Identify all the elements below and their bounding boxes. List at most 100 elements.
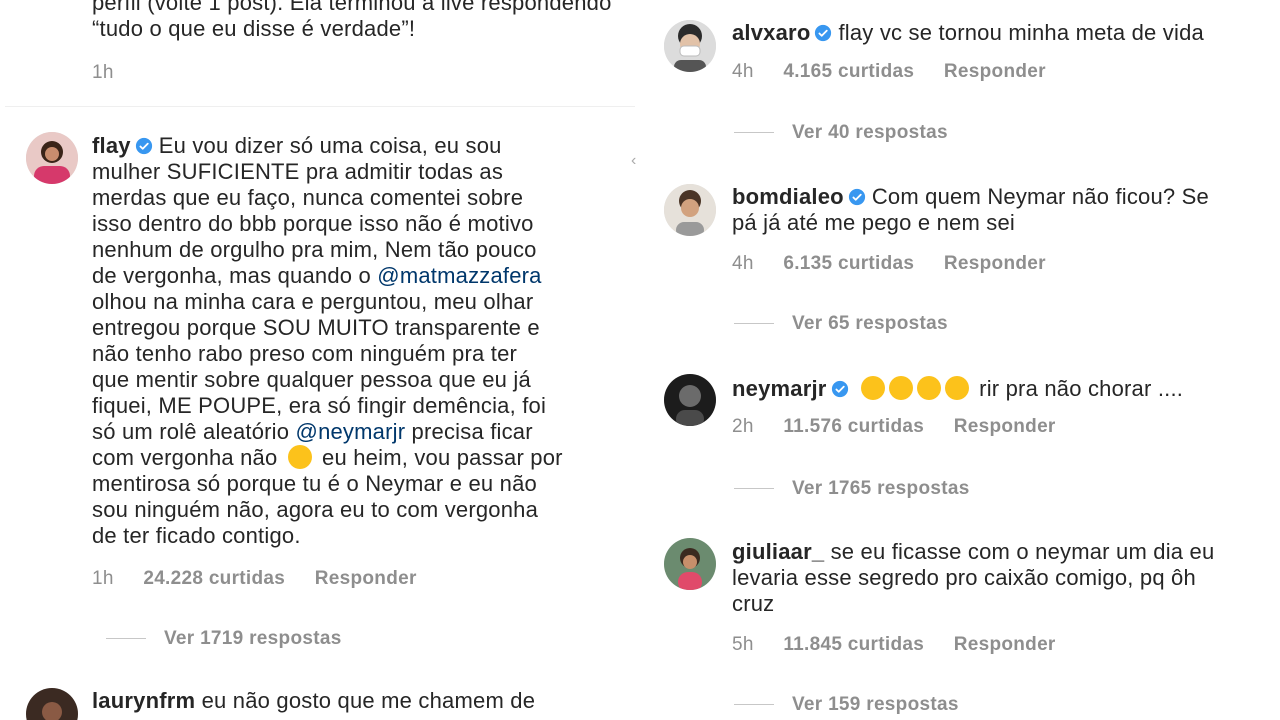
avatar[interactable] [664, 374, 716, 426]
comment-divider [5, 106, 635, 107]
avatar[interactable] [664, 20, 716, 72]
replies-line [106, 638, 146, 640]
comment-line: pá já até me pego e nem sei [732, 210, 1016, 235]
avatar[interactable] [664, 184, 716, 236]
replies-line [734, 132, 774, 134]
comment-line: que mentir sobre qualquer pessoa que eu … [92, 367, 531, 392]
view-replies-label: Ver 159 respostas [792, 694, 959, 715]
wink-emoji-icon [287, 445, 312, 469]
bomdialeo-comment: bomdialeo Com quem Neymar não ficou? Se p… [732, 184, 1277, 236]
laughing-emoji-icon [888, 376, 913, 400]
flay-comment: flay Eu vou dizer só uma coisa, eu sou mu… [92, 133, 632, 549]
comment-meta: 2h 11.576 curtidas Responder [732, 416, 1080, 438]
comment-line: sou ninguém não, agora eu to com vergonh… [92, 497, 539, 522]
comment-text: flay vc se tornou minha meta de vida [838, 20, 1204, 45]
comment-line: eu heim, vou passar por [315, 445, 563, 470]
previous-comment-meta: 1h [92, 62, 138, 84]
comment-line: fiquei, ME POUPE, era só fingir demência… [92, 393, 547, 418]
comment-line: de ter ficado contigo. [92, 523, 301, 548]
comment-time: 4h [732, 61, 754, 82]
view-replies-button[interactable]: Ver 40 respostas [734, 122, 948, 144]
avatar-flay-image [26, 132, 78, 184]
avatar-bomdialeo-image [664, 184, 716, 236]
previous-comment-text: perfil (volte 1 post). Ela terminou a li… [92, 0, 640, 42]
mention-link[interactable]: @neymarjr [296, 419, 406, 444]
comment-text: eu não gosto que me chamem de [201, 688, 536, 713]
avatar[interactable] [664, 538, 716, 590]
replies-line [734, 488, 774, 490]
comment-meta: 4h 6.135 curtidas Responder [732, 253, 1070, 275]
view-replies-button[interactable]: Ver 159 respostas [734, 694, 959, 716]
username-alvxaro[interactable]: alvxaro [732, 20, 810, 45]
likes-count[interactable]: 6.135 curtidas [783, 253, 914, 274]
comment-time: 1h [92, 568, 114, 589]
username-bomdialeo[interactable]: bomdialeo [732, 184, 844, 209]
replies-line [734, 323, 774, 325]
comment-line: com vergonha não [92, 445, 284, 470]
reply-button[interactable]: Responder [315, 568, 417, 589]
avatar[interactable] [26, 688, 78, 720]
avatar-alvxaro-image [664, 20, 716, 72]
comment-line: Com quem Neymar não ficou? Se [871, 184, 1209, 209]
comment-time: 4h [732, 253, 754, 274]
view-replies-button[interactable]: Ver 65 respostas [734, 313, 948, 335]
comment-line: Eu vou dizer só uma coisa, eu sou [158, 133, 502, 158]
view-replies-label: Ver 40 respostas [792, 122, 948, 143]
left-comments-panel: perfil (volte 1 post). Ela terminou a li… [0, 0, 640, 720]
neymarjr-comment: neymarjr rir pra não chorar .... [732, 376, 1272, 402]
alvxaro-comment: alvxaro flay vc se tornou minha meta de v… [732, 20, 1272, 46]
verified-badge-icon [135, 137, 152, 155]
reply-button[interactable]: Responder [944, 61, 1046, 82]
verified-badge-icon [831, 380, 848, 398]
rofl-emoji-icon [860, 376, 885, 400]
comment-line: se eu ficasse com o neymar um dia eu [830, 539, 1215, 564]
comment-line: entregou porque SOU MUITO transparente e [92, 315, 540, 340]
comment-line: cruz [732, 591, 775, 616]
giuliaar-comment: giuliaar_ se eu ficasse com o neymar um … [732, 539, 1277, 617]
avatar-laurynfrm-image [26, 688, 78, 720]
reply-button[interactable]: Responder [954, 416, 1056, 437]
comment-line: isso dentro do bbb porque isso não é mot… [92, 211, 534, 236]
username-flay[interactable]: flay [92, 133, 131, 158]
view-replies-button[interactable]: Ver 1765 respostas [734, 478, 970, 500]
likes-count[interactable]: 11.576 curtidas [783, 416, 924, 437]
laughing-emoji-icon [944, 376, 969, 400]
laurynfrm-comment: laurynfrm eu não gosto que me chamem de [92, 688, 632, 714]
likes-count[interactable]: 4.165 curtidas [783, 61, 914, 82]
comment-line: mulher SUFICIENTE pra admitir todas as [92, 159, 504, 184]
previous-comment-line: “tudo o que eu disse é verdade”! [92, 16, 416, 41]
comment-meta: 4h 4.165 curtidas Responder [732, 61, 1070, 83]
likes-count[interactable]: 24.228 curtidas [143, 568, 285, 589]
username-laurynfrm[interactable]: laurynfrm [92, 688, 195, 713]
view-replies-label: Ver 1765 respostas [792, 478, 970, 499]
replies-line [734, 704, 774, 706]
mention-link[interactable]: @matmazzafera [377, 263, 541, 288]
comment-line: olhou na minha cara e perguntou, meu olh… [92, 289, 534, 314]
comment-line: mentirosa só porque tu é o Neymar e eu n… [92, 471, 537, 496]
verified-badge-icon [815, 24, 832, 42]
comment-time: 1h [92, 62, 114, 83]
comment-text: rir pra não chorar .... [979, 376, 1184, 401]
likes-count[interactable]: 11.845 curtidas [783, 634, 924, 655]
avatar[interactable] [26, 132, 78, 184]
username-giuliaar[interactable]: giuliaar_ [732, 539, 824, 564]
comment-line: só um rolê aleatório [92, 419, 296, 444]
comment-line: levaria esse segredo pro caixão comigo, … [732, 565, 1196, 590]
comment-line: merdas que eu faço, nunca comentei sobre [92, 185, 524, 210]
avatar-giuliaar-image [664, 538, 716, 590]
view-replies-label: Ver 1719 respostas [164, 628, 342, 649]
previous-comment-line: perfil (volte 1 post). Ela terminou a li… [92, 0, 612, 15]
comment-meta: 5h 11.845 curtidas Responder [732, 634, 1080, 656]
avatar-neymarjr-image [664, 374, 716, 426]
comment-line: de vergonha, mas quando o [92, 263, 378, 288]
reply-button[interactable]: Responder [944, 253, 1046, 274]
view-replies-button[interactable]: Ver 1719 respostas [106, 628, 342, 650]
comment-line: não tenho rabo preso com ninguém pra ter [92, 341, 518, 366]
more-options-icon[interactable]: ‹ [631, 152, 637, 169]
reply-button[interactable]: Responder [954, 634, 1056, 655]
right-comments-panel: alvxaro flay vc se tornou minha meta de v… [640, 0, 1280, 720]
view-replies-label: Ver 65 respostas [792, 313, 948, 334]
comment-time: 5h [732, 634, 754, 655]
verified-badge-icon [848, 188, 865, 206]
username-neymarjr[interactable]: neymarjr [732, 376, 827, 401]
